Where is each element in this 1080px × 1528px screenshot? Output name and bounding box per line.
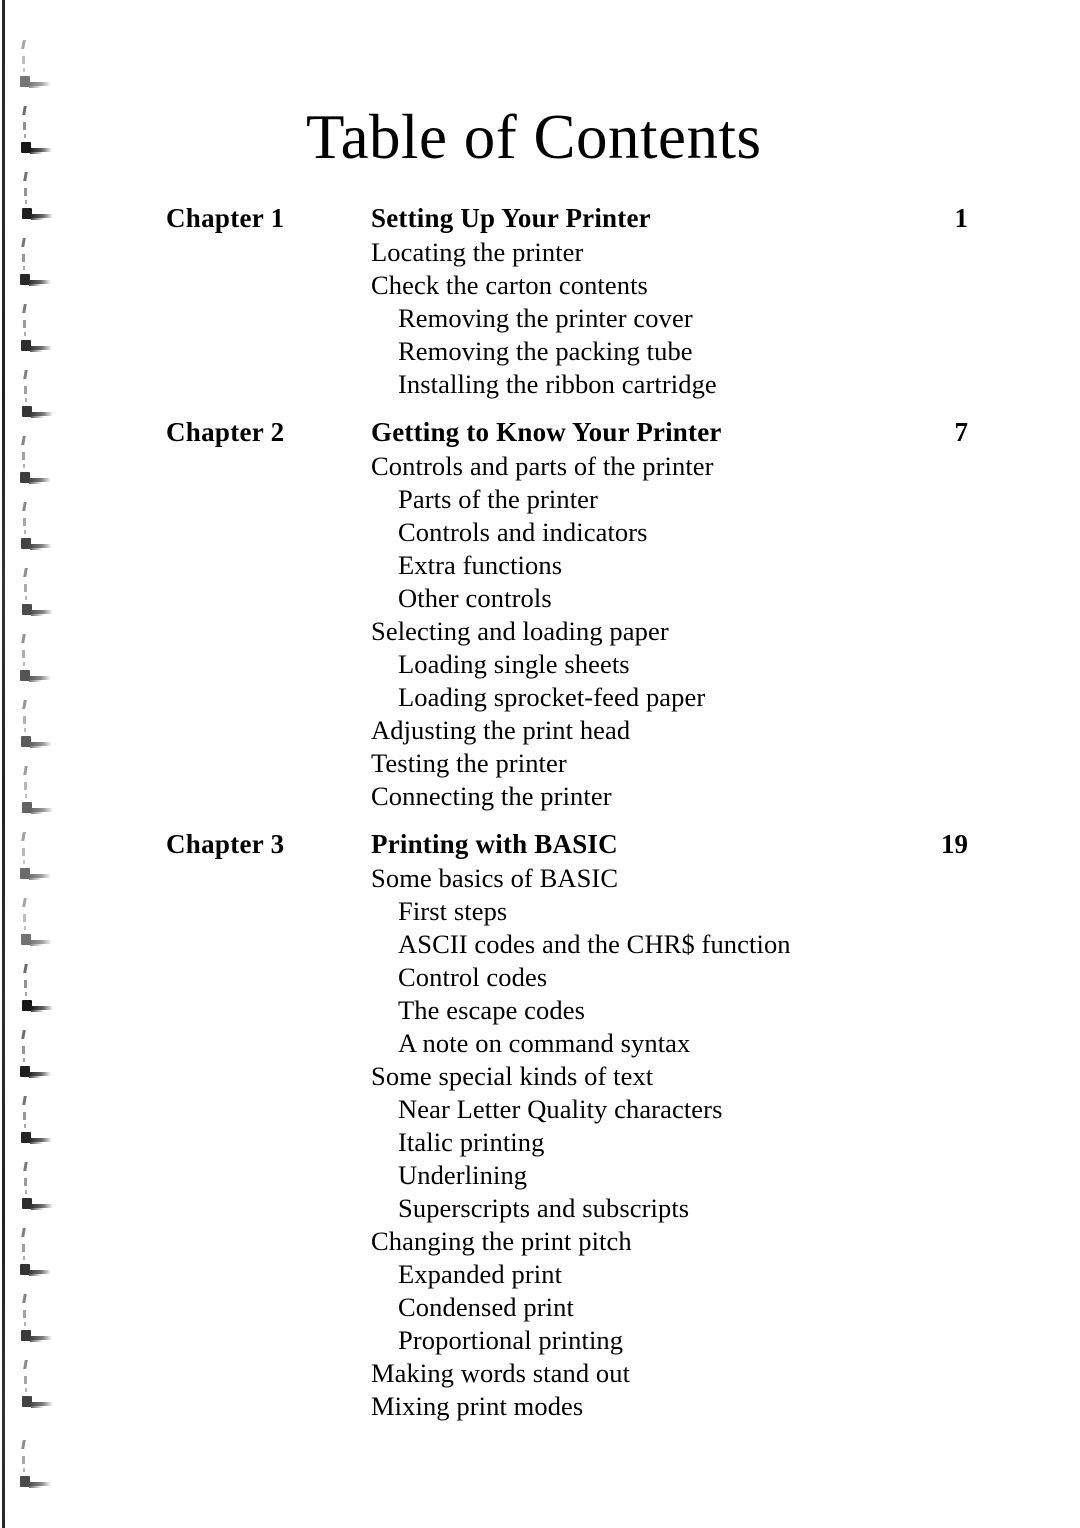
toc-entry-label: Check the carton contents	[371, 270, 648, 300]
toc-entry-row[interactable]: Parts of the printer	[0, 483, 1080, 516]
toc-entry-row[interactable]: Making words stand out	[0, 1357, 1080, 1390]
toc-entry-label: Loading sprocket-feed paper	[398, 682, 706, 712]
toc-entry-row[interactable]: Changing the print pitch	[0, 1225, 1080, 1258]
toc-entry-label: Controls and parts of the printer	[371, 451, 714, 481]
scan-artifact-mark	[16, 1440, 62, 1496]
toc-entry-row[interactable]: Proportional printing	[0, 1324, 1080, 1357]
toc-entry-row[interactable]: Testing the printer	[0, 747, 1080, 780]
toc-entry-label: Selecting and loading paper	[371, 616, 669, 646]
chapter-page-number: 7	[954, 417, 969, 447]
toc-entry-label: Near Letter Quality characters	[398, 1094, 723, 1124]
chapter-heading-row[interactable]: Chapter 2 Getting to Know Your Printer 7	[0, 414, 1080, 450]
toc-entry-row[interactable]: Near Letter Quality characters	[0, 1093, 1080, 1126]
chapter-block: Chapter 1 Setting Up Your Printer 1 Locatin…	[0, 200, 1080, 401]
toc-entry-row[interactable]: The escape codes	[0, 994, 1080, 1027]
toc-entry-label: Adjusting the print head	[371, 715, 631, 745]
toc-entry-row[interactable]: Connecting the printer	[0, 780, 1080, 813]
toc-entry-label: Other controls	[398, 583, 552, 613]
toc-entry-row[interactable]: ASCII codes and the CHR$ function	[0, 928, 1080, 961]
toc-entry-label: Superscripts and subscripts	[398, 1193, 690, 1223]
chapter-title: Printing with BASIC	[371, 829, 618, 859]
toc-entry-row[interactable]: Italic printing	[0, 1126, 1080, 1159]
toc-entry-label: Testing the printer	[371, 748, 567, 778]
toc-entry-row[interactable]: Condensed print	[0, 1291, 1080, 1324]
toc-entry-label: Expanded print	[398, 1259, 563, 1289]
toc-entry-label: Connecting the printer	[371, 781, 612, 811]
toc-entry-row[interactable]: Some special kinds of text	[0, 1060, 1080, 1093]
toc-entry-row[interactable]: Other controls	[0, 582, 1080, 615]
toc-entry-row[interactable]: Some basics of BASIC	[0, 862, 1080, 895]
toc-entry-label: Controls and indicators	[398, 517, 648, 547]
toc-entry-label: Parts of the printer	[398, 484, 598, 514]
chapter-title: Getting to Know Your Printer	[371, 417, 722, 447]
chapter-heading-row[interactable]: Chapter 3 Printing with BASIC 19	[0, 826, 1080, 862]
toc-entry-label: Italic printing	[398, 1127, 545, 1157]
chapter-title: Setting Up Your Printer	[371, 203, 651, 233]
toc-entry-row[interactable]: Underlining	[0, 1159, 1080, 1192]
toc-entry-label: Underlining	[398, 1160, 528, 1190]
toc-entry-label: Extra functions	[398, 550, 563, 580]
chapter-label: Chapter 1	[166, 203, 285, 233]
chapter-label: Chapter 3	[166, 829, 285, 859]
chapter-page-number: 1	[954, 203, 969, 233]
toc-entry-label: Changing the print pitch	[371, 1226, 632, 1256]
chapter-block: Chapter 2 Getting to Know Your Printer 7 Co…	[0, 414, 1080, 813]
toc-entry-label: Some basics of BASIC	[371, 863, 619, 893]
chapter-heading-row[interactable]: Chapter 1 Setting Up Your Printer 1	[0, 200, 1080, 236]
toc-entry-label: Proportional printing	[398, 1325, 624, 1355]
toc-entry-row[interactable]: Removing the packing tube	[0, 335, 1080, 368]
toc-entry-row[interactable]: Adjusting the print head	[0, 714, 1080, 747]
toc-entry-label: Removing the printer cover	[398, 303, 693, 333]
chapter-block: Chapter 3 Printing with BASIC 19 Some basic…	[0, 826, 1080, 1423]
toc-entry-label: Condensed print	[398, 1292, 574, 1322]
toc-entry-label: Making words stand out	[371, 1358, 631, 1388]
toc-entry-row[interactable]: Locating the printer	[0, 236, 1080, 269]
chapter-label: Chapter 2	[166, 417, 285, 447]
page-title: Table of Contents	[306, 102, 762, 172]
scan-artifact-mark	[17, 106, 63, 162]
toc-entry-row[interactable]: Loading sprocket-feed paper	[0, 681, 1080, 714]
toc-entry-row[interactable]: First steps	[0, 895, 1080, 928]
chapter-page-number: 19	[941, 829, 968, 859]
scanned-page: Table of Contents Chapter 1 Setting Up Yo…	[0, 0, 1080, 1528]
toc-entry-row[interactable]: Superscripts and subscripts	[0, 1192, 1080, 1225]
toc-entry-row[interactable]: Control codes	[0, 961, 1080, 994]
toc-entry-row[interactable]: A note on command syntax	[0, 1027, 1080, 1060]
toc-entry-row[interactable]: Extra functions	[0, 549, 1080, 582]
toc-entry-label: A note on command syntax	[398, 1028, 691, 1058]
toc-entry-label: Removing the packing tube	[398, 336, 693, 366]
toc-entry-label: First steps	[398, 896, 508, 926]
toc-entry-row[interactable]: Check the carton contents	[0, 269, 1080, 302]
toc-entry-label: Loading single sheets	[398, 649, 630, 679]
toc-entry-row[interactable]: Removing the printer cover	[0, 302, 1080, 335]
toc-entry-label: The escape codes	[398, 995, 585, 1025]
toc-entry-row[interactable]: Controls and indicators	[0, 516, 1080, 549]
toc-entry-row[interactable]: Installing the ribbon cartridge	[0, 368, 1080, 401]
toc-entry-row[interactable]: Selecting and loading paper	[0, 615, 1080, 648]
toc-entry-label: Locating the printer	[371, 237, 584, 267]
toc-entry-label: Control codes	[398, 962, 548, 992]
toc-entry-label: Some special kinds of text	[371, 1061, 654, 1091]
scan-artifact-mark	[16, 40, 62, 96]
toc-entry-row[interactable]: Mixing print modes	[0, 1390, 1080, 1423]
toc-entry-row[interactable]: Expanded print	[0, 1258, 1080, 1291]
toc-entry-label: Installing the ribbon cartridge	[398, 369, 717, 399]
table-of-contents: Chapter 1 Setting Up Your Printer 1 Locatin…	[0, 200, 1080, 1436]
toc-entry-label: ASCII codes and the CHR$ function	[398, 929, 791, 959]
toc-entry-row[interactable]: Controls and parts of the printer	[0, 450, 1080, 483]
toc-entry-row[interactable]: Loading single sheets	[0, 648, 1080, 681]
toc-entry-label: Mixing print modes	[371, 1391, 584, 1421]
